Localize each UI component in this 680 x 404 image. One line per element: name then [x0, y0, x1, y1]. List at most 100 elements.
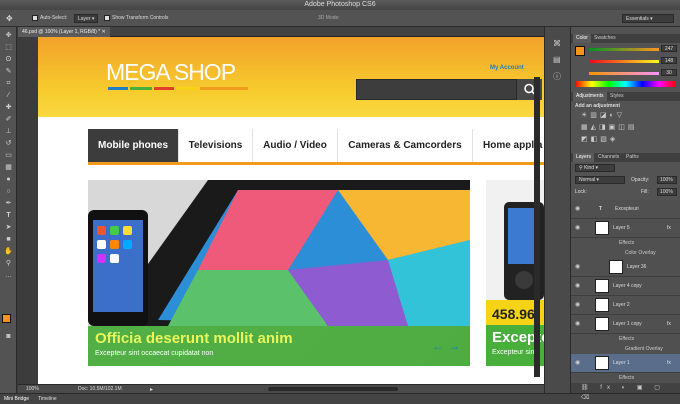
type-icon[interactable]: T [3, 211, 14, 220]
move-tool-icon[interactable]: ✥ [6, 14, 13, 23]
visibility-icon[interactable]: ◉ [575, 359, 580, 366]
visibility-icon[interactable]: ◉ [575, 205, 580, 212]
layer-row[interactable]: ◉ Layer 4 copy [571, 277, 680, 296]
stamp-icon[interactable]: ⊥ [3, 127, 14, 136]
layer-row[interactable]: ◉ T Excepteuri [571, 200, 680, 219]
tab-swatches[interactable]: Swatches [591, 34, 619, 43]
effects-row[interactable]: Effects [571, 334, 680, 344]
effect-item-row[interactable]: Gradient Overlay [571, 344, 680, 354]
opacity-value[interactable]: 100% [657, 176, 677, 184]
blur-icon[interactable]: ● [3, 175, 14, 184]
layers-footer-icons[interactable]: ⛓ fx ◐ ▣ ▢ ⌫ [571, 383, 680, 401]
green-slider[interactable] [589, 60, 659, 63]
layer-filter-dropdown[interactable]: ⚲ Kind ▾ [575, 164, 615, 172]
blue-slider[interactable] [589, 72, 659, 75]
blend-mode-dropdown[interactable]: Normal ▾ [575, 176, 625, 184]
doc-size[interactable]: Doc: 10.5M/102.1M [78, 386, 122, 392]
visibility-icon[interactable]: ◉ [575, 301, 580, 308]
visibility-icon[interactable]: ◉ [575, 263, 580, 270]
transform-controls-checkbox[interactable]: Show Transform Controls [104, 14, 168, 23]
logo-bar-yellow [176, 87, 198, 90]
visibility-icon[interactable]: ◉ [575, 282, 580, 289]
canvas-vertical-scrollbar[interactable] [534, 77, 540, 377]
red-value[interactable]: 247 [661, 45, 677, 52]
my-account-link[interactable]: My Account [490, 65, 524, 71]
toolbox: ✥ ⬚ ʘ ✎ ⌗ ⁄ ✚ ✐ ⊥ ↺ ▭ ▦ ● ○ ✒ T ➤ ■ ✋ ⚲ … [0, 27, 17, 393]
zoom-level[interactable]: 100% [26, 386, 39, 392]
pen-icon[interactable]: ✒ [3, 199, 14, 208]
gradient-icon[interactable]: ▦ [3, 163, 14, 172]
marquee-icon[interactable]: ⬚ [3, 43, 14, 52]
auto-select-checkbox[interactable]: Auto-Select: [32, 14, 67, 23]
lasso-icon[interactable]: ʘ [3, 55, 14, 64]
quick-mask-icon[interactable]: ◙ [3, 332, 14, 341]
auto-select-dropdown[interactable]: Layer ▾ [74, 14, 99, 23]
zoom-icon[interactable]: ⚲ [3, 259, 14, 268]
visibility-icon[interactable]: ◉ [575, 224, 580, 231]
healing-icon[interactable]: ✚ [3, 103, 14, 112]
adjustment-icons-row-3[interactable]: ◩◧▧◈ [581, 135, 618, 143]
foreground-color-swatch[interactable] [2, 314, 11, 323]
effect-item-row[interactable]: Color Overlay [571, 248, 680, 258]
path-select-icon[interactable]: ➤ [3, 223, 14, 232]
hand-icon[interactable]: ✋ [3, 247, 14, 256]
layer-row[interactable]: ◉ Layer 36 [571, 258, 680, 277]
fill-label: Fill: [641, 189, 649, 195]
tab-timeline[interactable]: Timeline [38, 396, 57, 402]
more-tools-icon[interactable]: … [3, 271, 14, 280]
layer-row[interactable]: ◉ Layer 1 copy fx [571, 315, 680, 334]
hero-slide[interactable]: Officia deserunt mollit anim Excepteur s… [88, 180, 470, 366]
color-panel-fg-swatch[interactable] [575, 46, 585, 56]
eyedropper-icon[interactable]: ⁄ [3, 91, 14, 100]
fill-value[interactable]: 100% [657, 188, 677, 196]
layer-row-selected[interactable]: ◉ Layer 1 fx [571, 354, 680, 373]
history-brush-icon[interactable]: ↺ [3, 139, 14, 148]
site-search-input[interactable] [356, 79, 542, 100]
color-spectrum-bar[interactable] [575, 81, 676, 87]
tab-adjustments[interactable]: Adjustments [573, 92, 607, 101]
canvas-area[interactable]: MEGA SHOP My Account Mobile phones Telev… [18, 37, 544, 384]
nav-televisions[interactable]: Televisions [179, 129, 253, 162]
quick-select-icon[interactable]: ✎ [3, 67, 14, 76]
tablet-phone-image [88, 180, 470, 326]
horizontal-scrollbar[interactable] [268, 387, 398, 391]
adjustment-icons-row-1[interactable]: ☀▥◪◐▽ [581, 111, 625, 119]
window-title: Adobe Photoshop CS6 [304, 1, 376, 8]
brush-icon[interactable]: ✐ [3, 115, 14, 124]
slide-prev-arrow-icon[interactable]: ← [432, 339, 444, 353]
tab-channels[interactable]: Channels [595, 153, 622, 162]
layer-row[interactable]: ◉ Layer 2 [571, 296, 680, 315]
dodge-icon[interactable]: ○ [3, 187, 14, 196]
adjustment-icons-row-2[interactable]: ▦◭◨▣◫▤ [581, 123, 637, 131]
site-logo: MEGA SHOP [106, 59, 236, 85]
price-value: 458.96 [492, 306, 535, 322]
blue-value[interactable]: 30 [661, 69, 677, 76]
tab-mini-bridge[interactable]: Mini Bridge [4, 396, 29, 402]
layer-row[interactable]: ◉ Layer 5 fx [571, 219, 680, 238]
properties-panel-icon[interactable]: ▤ [553, 55, 561, 64]
eraser-icon[interactable]: ▭ [3, 151, 14, 160]
tab-color[interactable]: Color [573, 34, 591, 43]
effects-row[interactable]: Effects [571, 373, 680, 383]
slide-next-arrow-icon[interactable]: → [448, 339, 460, 353]
crop-icon[interactable]: ⌗ [3, 79, 14, 88]
move-icon[interactable]: ✥ [3, 31, 14, 40]
green-value[interactable]: 148 [661, 57, 677, 64]
document-tab[interactable]: 46.psd @ 100% (Layer 1, RGB/8) * ✕ [18, 27, 110, 37]
nav-cameras[interactable]: Cameras & Camcorders [338, 129, 473, 162]
workspace-dropdown[interactable]: Essentials ▾ [622, 14, 674, 23]
info-panel-icon[interactable]: ⓘ [553, 71, 561, 82]
visibility-icon[interactable]: ◉ [575, 320, 580, 327]
history-panel-icon[interactable]: ⌘ [553, 39, 561, 48]
tab-layers[interactable]: Layers [573, 153, 595, 162]
tab-paths[interactable]: Paths [623, 153, 642, 162]
red-slider[interactable] [589, 48, 659, 51]
3d-mode-label: 3D Mode: [318, 15, 340, 21]
nav-mobile-phones[interactable]: Mobile phones [88, 129, 179, 162]
nav-audio-video[interactable]: Audio / Video [253, 129, 338, 162]
effects-row[interactable]: Effects [571, 238, 680, 248]
status-menu-arrow-icon[interactable]: ▸ [150, 386, 153, 393]
tab-styles[interactable]: Styles [607, 92, 627, 101]
opacity-label: Opacity: [631, 177, 650, 183]
shape-icon[interactable]: ■ [3, 235, 14, 244]
